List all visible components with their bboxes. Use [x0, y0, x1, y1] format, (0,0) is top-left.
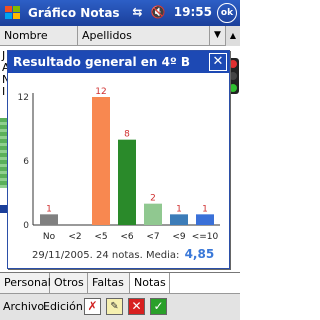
app-title: Gráfico Notas — [28, 6, 120, 20]
bar — [92, 97, 110, 225]
connectivity-icon[interactable]: ⇆ — [132, 5, 142, 19]
data-label: 8 — [124, 130, 130, 140]
bar — [170, 214, 188, 225]
ok-button[interactable]: ok — [217, 3, 237, 23]
amber-light-icon — [229, 72, 237, 80]
windows-flag-icon — [5, 6, 20, 19]
accept-icon[interactable]: ✓ — [150, 298, 167, 315]
list-item[interactable]: I — [2, 85, 5, 98]
popup-title: Resultado general en 4º B — [13, 55, 191, 69]
screen: Gráfico Notas ⇆ 🔇 19:55 ok Nombre Apelli… — [0, 0, 240, 320]
popup-footer: 29/11/2005. 24 notas. Media: 4,85 — [32, 247, 214, 261]
scroll-up-button[interactable]: ▲ — [225, 26, 240, 46]
tab-notas[interactable]: Notas — [130, 273, 170, 293]
data-label: 12 — [95, 87, 106, 97]
x-tick-label: <2 — [68, 232, 81, 242]
system-tray: ⇆ 🔇 19:55 — [128, 5, 212, 19]
popup-title-bar: Resultado general en 4º B ✕ — [8, 51, 229, 73]
y-tick-label: 0 — [23, 221, 29, 231]
y-tick-label: 6 — [23, 157, 29, 167]
title-bar: Gráfico Notas ⇆ 🔇 19:55 ok — [0, 0, 240, 26]
data-label: 1 — [46, 204, 52, 214]
menu-archivo[interactable]: Archivo — [3, 300, 44, 313]
menu-edicion[interactable]: Edición — [43, 300, 83, 313]
y-tick-label: 12 — [18, 93, 29, 103]
tab-faltas[interactable]: Faltas — [88, 273, 130, 293]
tab-otros[interactable]: Otros — [50, 273, 88, 293]
x-tick-label: <7 — [146, 232, 159, 242]
delete-icon[interactable]: ✗ — [84, 298, 101, 315]
tab-personal[interactable]: Personal — [0, 273, 51, 293]
chart-bars — [40, 97, 214, 225]
x-tick-label: <5 — [94, 232, 107, 242]
command-bar: Archivo Edición ✗ ✎ ✕ ✓ — [0, 293, 240, 320]
green-light-icon — [229, 84, 237, 92]
x-tick-label: <9 — [172, 232, 186, 242]
x-tick-label: No — [43, 232, 56, 242]
data-label: 2 — [150, 194, 156, 204]
red-light-icon — [229, 60, 237, 68]
list-header: Nombre Apellidos ▼ ▲ — [0, 26, 240, 46]
start-button[interactable] — [2, 3, 24, 23]
tab-bar: Personal Otros Faltas Notas — [0, 272, 240, 293]
x-tick-label: <=10 — [192, 232, 219, 242]
bar — [40, 214, 58, 225]
column-header-apellidos[interactable]: Apellidos — [78, 26, 210, 46]
new-document-icon[interactable]: ✎ — [106, 298, 123, 315]
bar — [144, 203, 162, 225]
bar — [118, 139, 136, 225]
data-label: 1 — [202, 204, 208, 214]
bar — [196, 214, 214, 225]
x-tick-label: <6 — [120, 232, 134, 242]
media-value: 4,85 — [184, 247, 215, 261]
footer-text: 29/11/2005. 24 notas. Media: — [32, 250, 180, 261]
close-button[interactable]: ✕ — [209, 53, 227, 71]
data-label: 1 — [176, 204, 182, 214]
clock[interactable]: 19:55 — [174, 5, 212, 19]
column-header-nombre[interactable]: Nombre — [0, 26, 78, 46]
grades-chart: 12 6 0 1 No <2 12 <5 8 <6 2 <7 1 <9 1 <=10 — [18, 87, 220, 242]
cancel-icon[interactable]: ✕ — [128, 298, 145, 315]
chevron-down-icon[interactable]: ▼ — [210, 26, 225, 46]
volume-muted-icon[interactable]: 🔇 — [151, 5, 166, 19]
chart-popup: Resultado general en 4º B ✕ 12 6 0 1 No <2 12 <… — [7, 50, 230, 269]
